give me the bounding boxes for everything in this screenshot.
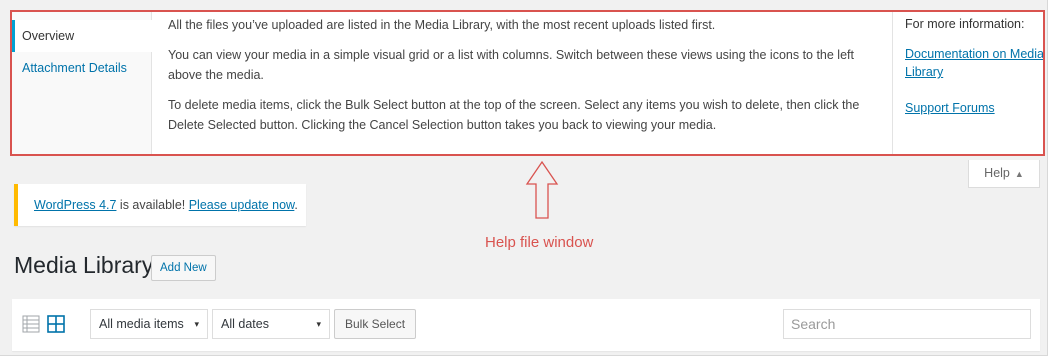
help-panel: Overview Attachment Details All the file… — [12, 12, 1044, 156]
media-type-filter[interactable]: All media items ▾ — [90, 309, 208, 339]
date-filter-value: All dates — [221, 317, 269, 331]
update-now-link[interactable]: Please update now — [189, 198, 295, 212]
help-tab-attachment-details[interactable]: Attachment Details — [12, 52, 151, 84]
chevron-down-icon: ▾ — [194, 319, 199, 329]
chevron-down-icon: ▾ — [316, 319, 321, 329]
help-toggle-button[interactable]: Help ▲ — [968, 160, 1040, 188]
help-content: All the files you’ve uploaded are listed… — [168, 12, 888, 145]
caret-up-icon: ▲ — [1014, 169, 1024, 179]
page-title: Media Library — [14, 252, 154, 278]
help-toggle-label: Help — [984, 166, 1010, 180]
help-paragraph: You can view your media in a simple visu… — [168, 48, 854, 82]
wordpress-version-link[interactable]: WordPress 4.7 — [34, 198, 116, 212]
add-new-button[interactable]: Add New — [151, 255, 216, 281]
media-toolbar: All media items ▾ All dates ▾ Bulk Selec… — [12, 299, 1040, 351]
help-tab-overview[interactable]: Overview — [12, 20, 152, 52]
annotation-arrow-icon — [525, 160, 559, 219]
update-notice: WordPress 4.7 is available! Please updat… — [14, 184, 306, 226]
media-type-filter-value: All media items — [99, 317, 184, 331]
documentation-link[interactable]: Documentation on Media Library — [905, 45, 1044, 81]
bulk-select-button[interactable]: Bulk Select — [334, 309, 417, 339]
search-input[interactable] — [783, 309, 1031, 339]
annotation-label: Help file window — [485, 234, 594, 251]
help-sidebar: For more information: Documentation on M… — [892, 12, 1044, 156]
help-paragraph: All the files you’ve uploaded are listed… — [168, 18, 716, 32]
grid-view-icon[interactable] — [46, 314, 66, 334]
notice-text: is available! — [116, 198, 189, 212]
notice-end: . — [294, 198, 298, 212]
help-sidebar-title: For more information: — [905, 17, 1025, 31]
list-view-icon[interactable] — [21, 314, 41, 334]
help-tabs: Overview Attachment Details — [12, 12, 152, 156]
support-forums-link[interactable]: Support Forums — [905, 99, 1044, 117]
date-filter[interactable]: All dates ▾ — [212, 309, 330, 339]
help-paragraph: To delete media items, click the Bulk Se… — [168, 98, 860, 132]
